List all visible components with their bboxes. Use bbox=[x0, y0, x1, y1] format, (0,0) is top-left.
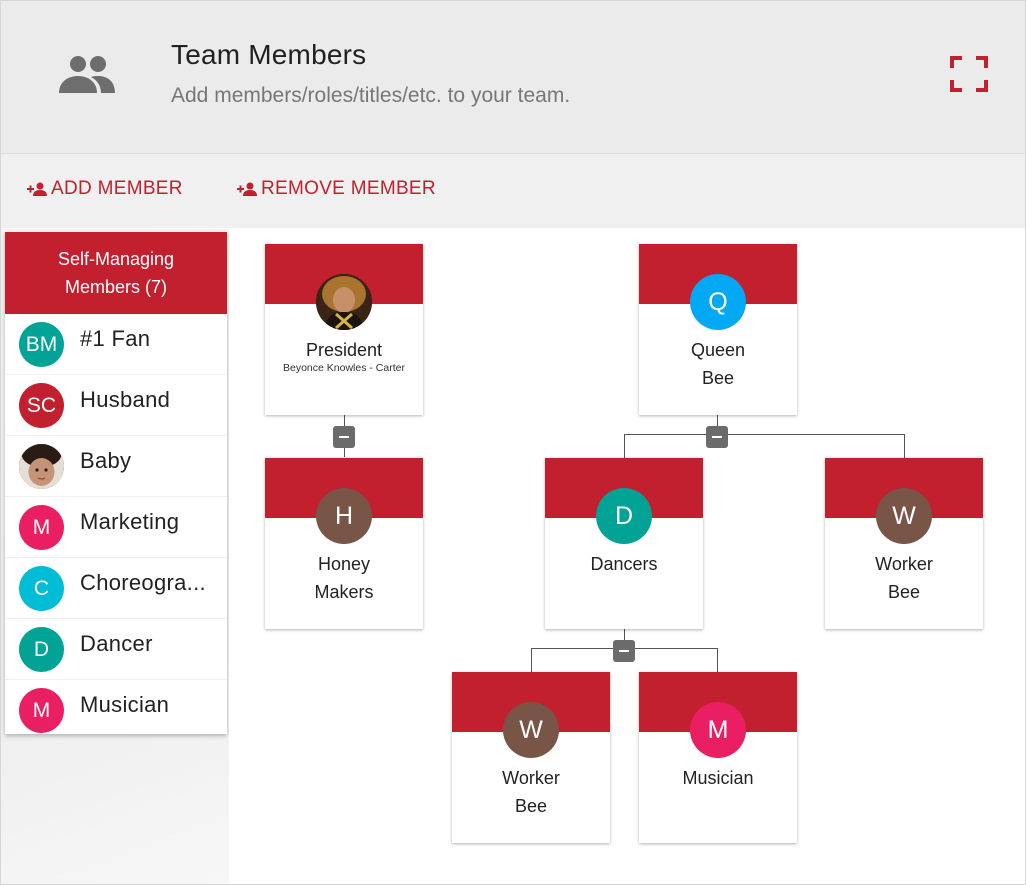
president-photo-icon bbox=[316, 274, 372, 330]
avatar: C bbox=[19, 566, 64, 611]
list-item-label: Baby bbox=[80, 448, 132, 473]
list-item-label: Musician bbox=[80, 692, 170, 717]
node-subtitle: Beyonce Knowles - Carter bbox=[283, 362, 405, 374]
node-title-line1: Honey bbox=[317, 554, 371, 574]
node-title: Honey Makers bbox=[265, 550, 423, 606]
add-person-icon bbox=[27, 182, 47, 196]
node-title: Worker Bee bbox=[452, 764, 610, 820]
list-item-label: Marketing bbox=[80, 509, 180, 534]
list-item-label: #1 Fan bbox=[80, 326, 151, 351]
node-title-line1: Musician bbox=[682, 768, 754, 788]
team-members-panel: Team Members Add members/roles/titles/et… bbox=[0, 0, 1026, 885]
node-title-line1: Dancers bbox=[590, 554, 658, 574]
org-node-worker-bee[interactable]: W Worker Bee bbox=[825, 458, 983, 629]
node-title-line2: Bee bbox=[514, 796, 548, 816]
avatar: H bbox=[316, 488, 372, 544]
node-title-line1: Queen bbox=[690, 340, 746, 360]
remove-member-label: REMOVE MEMBER bbox=[261, 178, 436, 199]
avatar: W bbox=[876, 488, 932, 544]
list-item[interactable]: D Dancer bbox=[5, 619, 227, 680]
collapse-toggle[interactable] bbox=[613, 640, 635, 662]
list-item[interactable]: C Choreogra... bbox=[5, 558, 227, 619]
collapse-toggle[interactable] bbox=[706, 426, 728, 448]
avatar: M bbox=[19, 505, 64, 550]
sidebar-header: Self-Managing Members (7) bbox=[5, 232, 227, 314]
connector-line bbox=[624, 434, 905, 435]
node-title: President bbox=[305, 340, 383, 360]
list-item[interactable]: M Marketing bbox=[5, 497, 227, 558]
node-title-line2: Bee bbox=[887, 582, 921, 602]
avatar bbox=[19, 444, 64, 489]
node-title: Dancers bbox=[545, 550, 703, 578]
org-chart: President Beyonce Knowles - Carter Q Que… bbox=[229, 229, 1025, 884]
list-item[interactable]: M Musician bbox=[5, 680, 227, 740]
avatar bbox=[316, 274, 372, 330]
list-item[interactable]: Baby bbox=[5, 436, 227, 497]
page-subtitle: Add members/roles/titles/etc. to your te… bbox=[171, 84, 571, 107]
self-managing-members-list: Self-Managing Members (7) BM #1 Fan SC H… bbox=[5, 232, 227, 734]
page-title: Team Members bbox=[171, 39, 367, 70]
add-member-label: ADD MEMBER bbox=[51, 178, 183, 199]
list-item[interactable]: BM #1 Fan bbox=[5, 314, 227, 375]
node-title: Worker Bee bbox=[825, 550, 983, 606]
avatar: Q bbox=[690, 274, 746, 330]
list-item[interactable]: SC Husband bbox=[5, 375, 227, 436]
connector-line bbox=[531, 648, 532, 672]
sidebar-title-line1: Self-Managing bbox=[57, 249, 175, 269]
node-title: Musician bbox=[639, 764, 797, 792]
avatar: W bbox=[503, 702, 559, 758]
remove-member-button[interactable]: REMOVE MEMBER bbox=[237, 178, 436, 200]
list-item-label: Husband bbox=[80, 387, 171, 412]
connector-line bbox=[717, 648, 718, 672]
sidebar-title-line2: Members (7) bbox=[64, 277, 167, 297]
avatar: M bbox=[690, 702, 746, 758]
toolbar: ADD MEMBER REMOVE MEMBER bbox=[1, 154, 1025, 228]
list-item-label: Choreogra... bbox=[80, 570, 206, 595]
connector-line bbox=[904, 434, 905, 458]
node-title-line2: Makers bbox=[314, 582, 374, 602]
avatar: D bbox=[596, 488, 652, 544]
list-item-label: Dancer bbox=[80, 631, 153, 656]
org-node-dancers[interactable]: D Dancers bbox=[545, 458, 703, 629]
org-node-queen-bee[interactable]: Q Queen Bee bbox=[639, 244, 797, 415]
avatar: SC bbox=[19, 383, 64, 428]
org-node-president[interactable]: President Beyonce Knowles - Carter bbox=[265, 244, 423, 415]
panel-header: Team Members Add members/roles/titles/et… bbox=[1, 1, 1025, 154]
fullscreen-icon[interactable] bbox=[949, 55, 989, 93]
org-node-honey-makers[interactable]: H Honey Makers bbox=[265, 458, 423, 629]
node-title-line1: Worker bbox=[502, 768, 560, 788]
node-title: Queen Bee bbox=[639, 336, 797, 392]
org-node-worker-bee[interactable]: W Worker Bee bbox=[452, 672, 610, 843]
remove-person-icon bbox=[237, 182, 257, 196]
node-title-line2: Bee bbox=[701, 368, 735, 388]
connector-line bbox=[624, 434, 625, 458]
collapse-toggle[interactable] bbox=[333, 426, 355, 448]
org-node-musician[interactable]: M Musician bbox=[639, 672, 797, 843]
add-member-button[interactable]: ADD MEMBER bbox=[27, 178, 183, 200]
avatar: M bbox=[19, 688, 64, 733]
group-icon bbox=[59, 56, 115, 93]
node-title-line1: Worker bbox=[875, 554, 933, 574]
avatar: BM bbox=[19, 322, 64, 367]
baby-photo-icon bbox=[19, 444, 64, 489]
avatar: D bbox=[19, 627, 64, 672]
